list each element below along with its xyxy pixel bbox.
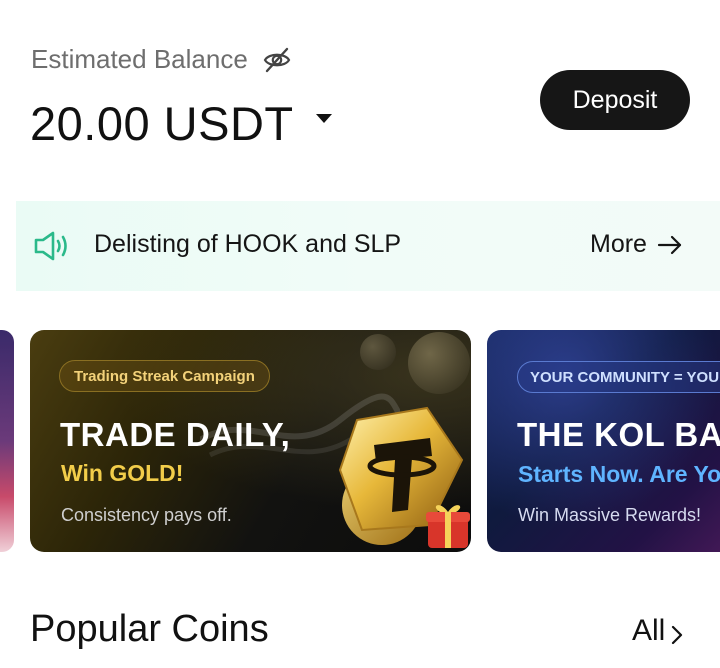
announcement-text[interactable]: Delisting of HOOK and SLP — [94, 230, 401, 259]
estimated-balance-label: Estimated Balance — [31, 44, 248, 74]
balance-header: Estimated Balance — [31, 44, 292, 75]
chevron-right-icon — [671, 620, 683, 645]
background-coin-graphic — [360, 334, 396, 370]
background-coin-graphic — [408, 332, 470, 394]
deposit-button[interactable]: Deposit — [540, 70, 690, 130]
banner-subheadline: Starts Now. Are Yo — [518, 461, 720, 487]
banner-subheadline: Win GOLD! — [61, 460, 184, 486]
caret-down-icon[interactable] — [314, 111, 334, 125]
banner-headline: TRADE DAILY, — [60, 416, 291, 453]
popular-coins-title: Popular Coins — [30, 608, 269, 650]
banner-tag: YOUR COMMUNITY = YOUR — [517, 361, 720, 393]
balance-value: 20.00 USDT — [30, 97, 294, 150]
all-label: All — [632, 614, 666, 647]
banner-kol-battle[interactable]: YOUR COMMUNITY = YOUR THE KOL BAT Starts… — [487, 330, 720, 552]
arrow-right-icon — [657, 234, 683, 256]
more-label: More — [590, 230, 647, 258]
balance-value-row[interactable]: 20.00 USDT — [30, 96, 334, 151]
eye-slash-icon[interactable] — [262, 45, 292, 75]
banner-trading-streak[interactable]: Trading Streak Campaign TRADE DAILY, Win… — [30, 330, 471, 552]
all-coins-link[interactable]: All — [632, 614, 683, 648]
banner-headline: THE KOL BAT — [517, 416, 720, 453]
banner-description: Consistency pays off. — [61, 505, 232, 525]
gift-box-graphic — [426, 505, 470, 548]
banner-previous-partial[interactable] — [0, 330, 14, 552]
announcement-bar[interactable]: Delisting of HOOK and SLP More — [16, 201, 720, 291]
banner-description: Win Massive Rewards! — [518, 505, 702, 525]
speaker-icon — [33, 229, 73, 263]
announcement-more-link[interactable]: More — [590, 230, 683, 259]
banner-tag: Trading Streak Campaign — [59, 360, 270, 392]
